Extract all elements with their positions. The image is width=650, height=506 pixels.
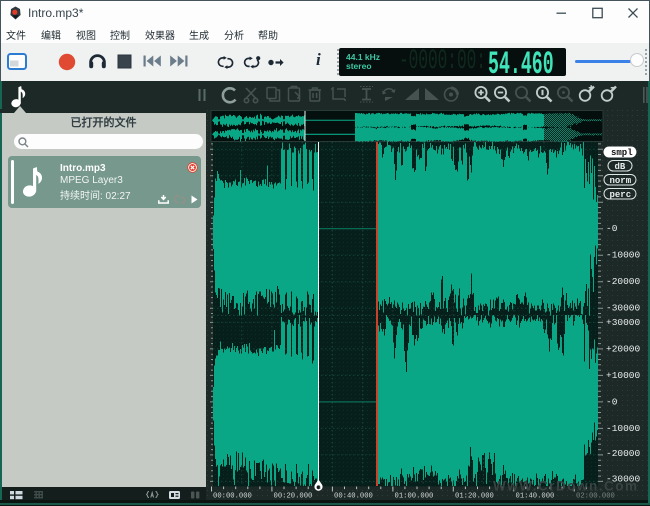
svg-text:+10000: +10000 xyxy=(606,370,641,381)
svg-text:01:20.000: 01:20.000 xyxy=(455,493,494,501)
svg-text:+30000: +30000 xyxy=(606,317,641,328)
svg-text:WwW.CrDown.Com: WwW.CrDown.Com xyxy=(493,479,639,494)
svg-text:-10000: -10000 xyxy=(606,250,641,261)
svg-text:perc: perc xyxy=(610,190,632,200)
svg-text:-10000: -10000 xyxy=(606,423,641,434)
svg-text:norm: norm xyxy=(610,176,632,186)
svg-text:-0: -0 xyxy=(606,223,618,234)
svg-text:-20000: -20000 xyxy=(606,448,641,459)
svg-text:00:00.000: 00:00.000 xyxy=(213,493,252,501)
svg-text:01:40.000: 01:40.000 xyxy=(516,493,555,501)
svg-text:smpl: smpl xyxy=(611,148,633,158)
svg-text:00:20.000: 00:20.000 xyxy=(274,493,313,501)
svg-text:02:00.000: 02:00.000 xyxy=(576,493,615,501)
svg-text:-0: -0 xyxy=(606,397,618,408)
svg-text:+20000: +20000 xyxy=(606,344,641,355)
svg-text:00:40.000: 00:40.000 xyxy=(334,493,373,501)
svg-text:01:00.000: 01:00.000 xyxy=(395,493,434,501)
svg-text:dB: dB xyxy=(615,162,626,172)
svg-text:-20000: -20000 xyxy=(606,276,641,287)
svg-text:-30000: -30000 xyxy=(606,303,641,314)
